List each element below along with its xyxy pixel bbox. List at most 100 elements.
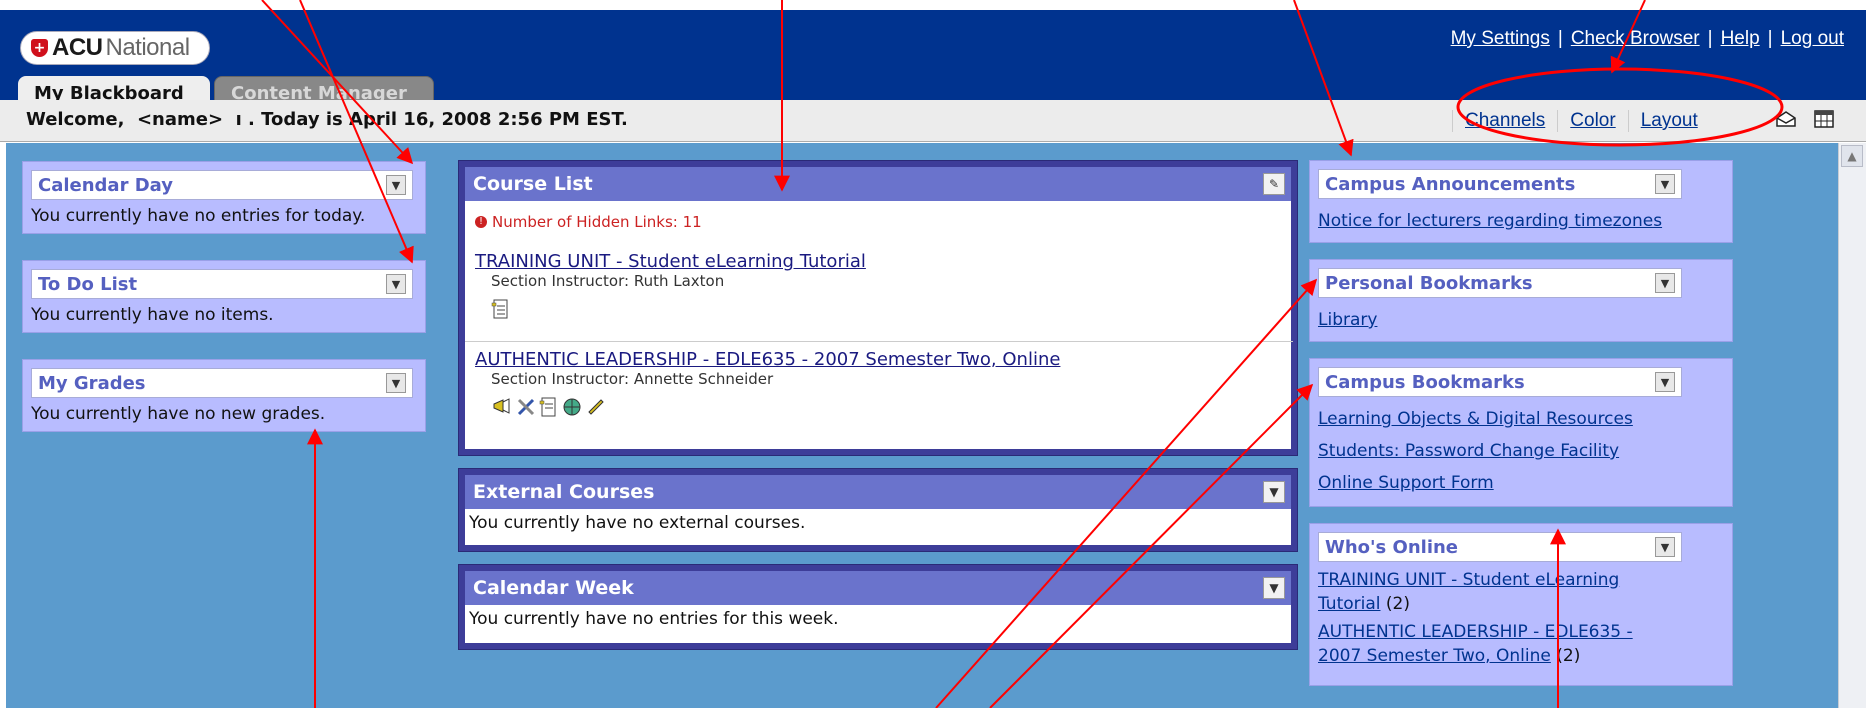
envelope-icon[interactable] [1774,108,1798,130]
announcement-link[interactable]: Notice for lecturers regarding timezones [1318,205,1662,237]
module-header: Personal Bookmarks ▼ [1318,268,1682,298]
collapse-icon[interactable]: ▼ [386,175,406,195]
hidden-links-text[interactable]: Number of Hidden Links: 11 [492,213,702,231]
personal-bookmarks-title: Personal Bookmarks [1325,272,1533,294]
log-out-link[interactable]: Log out [1781,28,1844,49]
online-count: (2) [1385,594,1410,614]
tools-icon[interactable] [515,396,537,422]
collapse-icon[interactable]: ▼ [1655,372,1675,392]
online-course-link[interactable]: AUTHENTIC LEADERSHIP - EDLE635 - [1318,620,1633,644]
scroll-up-icon[interactable]: ▲ [1841,145,1863,167]
welcome-message: Welcome, <name> ı . Today is April 16, 2… [26,109,628,130]
channels-link[interactable]: Channels [1465,110,1545,131]
content-area: Calendar Day ▼ You currently have no ent… [6,143,1838,708]
module-header: Who's Online ▼ [1318,532,1682,562]
course-list-body: ! Number of Hidden Links: 11 TRAINING UN… [465,201,1293,449]
calendar-day-module: Calendar Day ▼ You currently have no ent… [22,161,426,234]
help-link[interactable]: Help [1721,28,1760,49]
module-header: Calendar Day ▼ [31,170,413,200]
module-header: Campus Announcements ▼ [1318,169,1682,199]
layout-links: Channels Color Layout [1452,110,1710,132]
acu-logo[interactable]: + ACU National [20,31,210,65]
bookmark-link[interactable]: Library [1318,304,1377,336]
my-settings-link[interactable]: My Settings [1451,28,1550,49]
calendar-week-text: You currently have no entries for this w… [469,609,839,629]
vertical-scrollbar[interactable]: ▲ [1838,143,1866,708]
online-count: (2) [1556,646,1581,666]
megaphone-icon[interactable] [491,396,513,422]
grades-title: My Grades [38,372,146,394]
top-links: My Settings | Check Browser | Help | Log out [1450,28,1844,49]
welcome-bar: Welcome, <name> ı . Today is April 16, 2… [0,100,1866,142]
module-header: Course List ✎ [465,167,1291,201]
collapse-icon[interactable]: ▼ [1263,577,1285,599]
collapse-icon[interactable]: ▼ [1655,174,1675,194]
course-instructor: Section Instructor: Annette Schneider [491,370,774,388]
calendar-week-title: Calendar Week [473,577,634,599]
list-item: AUTHENTIC LEADERSHIP - EDLE635 - 2007 Se… [1318,620,1633,668]
whos-online-module: Who's Online ▼ TRAINING UNIT - Student e… [1309,523,1733,686]
alert-icon: ! [475,216,487,228]
collapse-icon[interactable]: ▼ [1263,481,1285,503]
course-list-module: Course List ✎ ! Number of Hidden Links: … [458,160,1298,456]
collapse-icon[interactable]: ▼ [1655,273,1675,293]
calendar-week-body: You currently have no entries for this w… [465,605,1291,643]
announcements-links: Notice for lecturers regarding timezones [1318,205,1662,237]
collapse-icon[interactable]: ▼ [386,274,406,294]
bookmark-link[interactable]: Students: Password Change Facility [1318,435,1633,467]
color-link[interactable]: Color [1570,110,1615,131]
course-entry: AUTHENTIC LEADERSHIP - EDLE635 - 2007 Se… [475,349,1283,422]
globe-icon[interactable] [561,396,583,422]
calendar-day-body: You currently have no entries for today. [31,206,366,226]
module-header: My Grades ▼ [31,368,413,398]
divider [465,341,1293,342]
course-instructor: Section Instructor: Ruth Laxton [491,272,725,290]
bookmark-link[interactable]: Online Support Form [1318,467,1633,499]
hidden-links-notice: ! Number of Hidden Links: 11 [475,213,702,231]
external-courses-body: You currently have no external courses. [465,509,1291,545]
top-banner: + ACU National My Settings | Check Browser… [0,0,1866,110]
collapse-icon[interactable]: ▼ [1655,537,1675,557]
announcements-title: Campus Announcements [1325,173,1576,195]
online-course-link[interactable]: Tutorial [1318,594,1381,614]
module-header: To Do List ▼ [31,269,413,299]
todo-body: You currently have no items. [31,305,274,325]
logo-brand: ACU [52,34,103,61]
course-list-title: Course List [473,173,593,195]
list-item: TRAINING UNIT - Student eLearning Tutori… [1318,568,1633,616]
module-header: Campus Bookmarks ▼ [1318,367,1682,397]
personal-bookmarks-links: Library [1318,304,1377,336]
check-browser-link[interactable]: Check Browser [1571,28,1700,49]
external-courses-title: External Courses [473,481,655,503]
campus-bookmarks-module: Campus Bookmarks ▼ Learning Objects & Di… [1309,358,1733,507]
course-tools [491,298,1283,324]
edit-pencil-icon[interactable]: ✎ [1263,173,1285,195]
course-tools [491,396,1283,422]
campus-bookmarks-links: Learning Objects & Digital Resources Stu… [1318,403,1633,499]
calendar-icon[interactable] [1812,108,1836,130]
campus-bookmarks-title: Campus Bookmarks [1325,371,1525,393]
todo-module: To Do List ▼ You currently have no items… [22,260,426,333]
document-icon[interactable] [491,298,511,324]
course-link[interactable]: TRAINING UNIT - Student eLearning Tutori… [475,251,866,272]
bookmark-link[interactable]: Learning Objects & Digital Resources [1318,403,1633,435]
collapse-icon[interactable]: ▼ [386,373,406,393]
online-course-link[interactable]: TRAINING UNIT - Student eLearning [1318,568,1633,592]
layout-link[interactable]: Layout [1641,110,1698,131]
grades-module: My Grades ▼ You currently have no new gr… [22,359,426,432]
tools-icon[interactable] [585,396,607,422]
logo-suffix: National [105,34,191,61]
module-header: Calendar Week ▼ [465,571,1291,605]
course-link[interactable]: AUTHENTIC LEADERSHIP - EDLE635 - 2007 Se… [475,349,1060,370]
online-course-link[interactable]: 2007 Semester Two, Online [1318,646,1551,666]
calendar-week-module: Calendar Week ▼ You currently have no en… [458,564,1298,650]
module-header: External Courses ▼ [465,475,1291,509]
grades-body: You currently have no new grades. [31,404,326,424]
external-courses-module: External Courses ▼ You currently have no… [458,468,1298,552]
course-entry: TRAINING UNIT - Student eLearning Tutori… [475,251,1283,324]
personal-bookmarks-module: Personal Bookmarks ▼ Library [1309,259,1733,342]
document-icon[interactable] [539,396,559,422]
shield-icon: + [31,39,48,57]
external-courses-text: You currently have no external courses. [469,513,806,533]
campus-announcements-module: Campus Announcements ▼ Notice for lectur… [1309,160,1733,243]
